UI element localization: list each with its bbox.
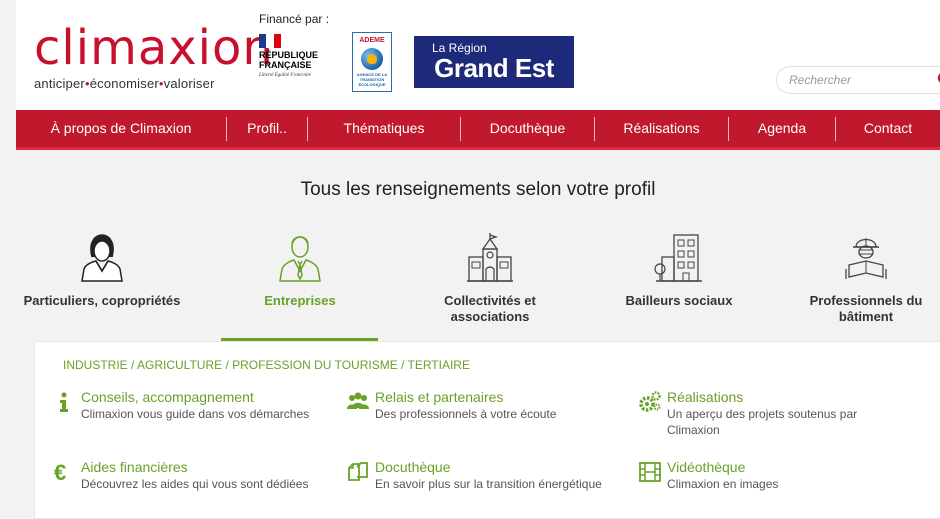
profile-label: Collectivités et associations bbox=[444, 293, 536, 324]
nav-item-profil[interactable]: Profil.. bbox=[227, 109, 307, 149]
profile-professionnels[interactable]: Professionnels du bâtiment bbox=[786, 231, 940, 325]
tagline-valoriser: valoriser bbox=[163, 76, 215, 91]
link-realisations[interactable]: Réalisations Un aperçu des projets soute… bbox=[639, 389, 909, 438]
site-header: climaxion anticiper•économiser•valoriser… bbox=[16, 0, 940, 110]
french-flag-icon bbox=[259, 34, 281, 48]
ademe-globe-icon bbox=[361, 48, 383, 70]
page: climaxion anticiper•économiser•valoriser… bbox=[0, 0, 940, 519]
climaxion-logo[interactable]: climaxion anticiper•économiser•valoriser bbox=[34, 24, 274, 91]
profile-panel: INDUSTRIE / AGRICULTURE / PROFESSION DU … bbox=[34, 341, 940, 519]
nav-item-realisations[interactable]: Réalisations bbox=[595, 109, 728, 149]
logo-tagline: anticiper•économiser•valoriser bbox=[34, 76, 274, 91]
gears-icon bbox=[639, 391, 661, 412]
ademe-logo: ADEME AGENCE DE LA TRANSITION ÉCOLOGIQUE bbox=[352, 32, 392, 92]
main-nav: À propos de Climaxion Profil.. Thématiqu… bbox=[16, 110, 940, 150]
link-title: Docuthèque bbox=[375, 459, 451, 475]
profile-entreprises[interactable]: Entreprises bbox=[220, 231, 380, 309]
region-grand-est-logo: La Région Grand Est bbox=[414, 36, 574, 88]
businessman-icon bbox=[279, 236, 321, 282]
link-title: Relais et partenaires bbox=[375, 389, 504, 405]
town-hall-icon bbox=[467, 233, 513, 282]
main-content: Tous les renseignements selon votre prof… bbox=[16, 153, 940, 519]
profile-label: Particuliers, copropriétés bbox=[23, 293, 181, 308]
people-icon bbox=[347, 392, 369, 409]
logo-wordmark: climaxion bbox=[34, 20, 274, 76]
sector-breadcrumb: INDUSTRIE / AGRICULTURE / PROFESSION DU … bbox=[63, 358, 470, 372]
link-docutheque[interactable]: Docuthèque En savoir plus sur la transit… bbox=[347, 459, 637, 492]
tagline-anticiper: anticiper bbox=[34, 76, 85, 91]
region-big-text: Grand Est bbox=[434, 53, 554, 83]
link-description: En savoir plus sur la transition énergét… bbox=[375, 477, 602, 491]
link-description: Climaxion vous guide dans vos démarches bbox=[81, 407, 310, 421]
svg-text:€: € bbox=[54, 461, 66, 483]
republique-title: RÉPUBLIQUE FRANÇAISE bbox=[259, 50, 329, 70]
woman-icon bbox=[81, 234, 123, 282]
nav-item-a-propos[interactable]: À propos de Climaxion bbox=[16, 109, 226, 149]
ademe-subtitle: AGENCE DE LA TRANSITION ÉCOLOGIQUE bbox=[356, 72, 388, 87]
link-description: Un aperçu des projets soutenus par Clima… bbox=[667, 407, 858, 437]
film-icon bbox=[639, 462, 661, 482]
profile-label: Professionnels du bâtiment bbox=[809, 293, 923, 324]
republique-francaise-logo: RÉPUBLIQUE FRANÇAISE Liberté Égalité Fra… bbox=[259, 34, 329, 79]
republique-line2: FRANÇAISE bbox=[259, 60, 312, 70]
profile-label: Entreprises bbox=[264, 293, 336, 308]
documents-icon bbox=[348, 462, 368, 481]
profile-section-title: Tous les renseignements selon votre prof… bbox=[300, 179, 656, 200]
nav-item-thematiques[interactable]: Thématiques bbox=[308, 109, 460, 149]
profile-collectivites[interactable]: Collectivités et associations bbox=[410, 231, 570, 325]
tagline-economiser: économiser bbox=[89, 76, 159, 91]
profile-bailleurs[interactable]: Bailleurs sociaux bbox=[599, 231, 759, 309]
euro-icon: € bbox=[54, 461, 66, 483]
ademe-name: ADEME bbox=[359, 37, 385, 44]
link-videotheque[interactable]: Vidéothèque Climaxion en images bbox=[639, 459, 909, 492]
link-aides[interactable]: € Aides financières Découvrez les aides … bbox=[53, 459, 343, 492]
search-box bbox=[776, 66, 940, 94]
nav-item-contact[interactable]: Contact bbox=[836, 109, 940, 149]
link-description: Découvrez les aides qui vous sont dédiée… bbox=[81, 477, 309, 491]
nav-item-docutheque[interactable]: Docuthèque bbox=[461, 109, 594, 149]
apartment-building-icon bbox=[654, 234, 702, 282]
link-conseils[interactable]: Conseils, accompagnement Climaxion vous … bbox=[53, 389, 343, 422]
link-title: Aides financières bbox=[81, 459, 188, 475]
info-icon bbox=[60, 392, 68, 412]
profile-particuliers[interactable]: Particuliers, copropriétés bbox=[22, 231, 182, 309]
link-title: Réalisations bbox=[667, 389, 744, 405]
search-input[interactable] bbox=[789, 73, 929, 87]
profile-label: Bailleurs sociaux bbox=[625, 293, 733, 308]
link-title: Vidéothèque bbox=[667, 459, 746, 475]
link-relais[interactable]: Relais et partenaires Des professionnels… bbox=[347, 389, 637, 422]
link-description: Climaxion en images bbox=[667, 477, 779, 491]
construction-worker-icon bbox=[845, 238, 887, 279]
nav-item-agenda[interactable]: Agenda bbox=[729, 109, 835, 149]
link-description: Des professionnels à votre écoute bbox=[375, 407, 557, 421]
funded-by-label: Financé par : bbox=[259, 12, 330, 26]
link-title: Conseils, accompagnement bbox=[81, 389, 254, 405]
republique-motto: Liberté Égalité Fraternité bbox=[259, 73, 311, 78]
republique-line1: RÉPUBLIQUE bbox=[259, 50, 319, 60]
